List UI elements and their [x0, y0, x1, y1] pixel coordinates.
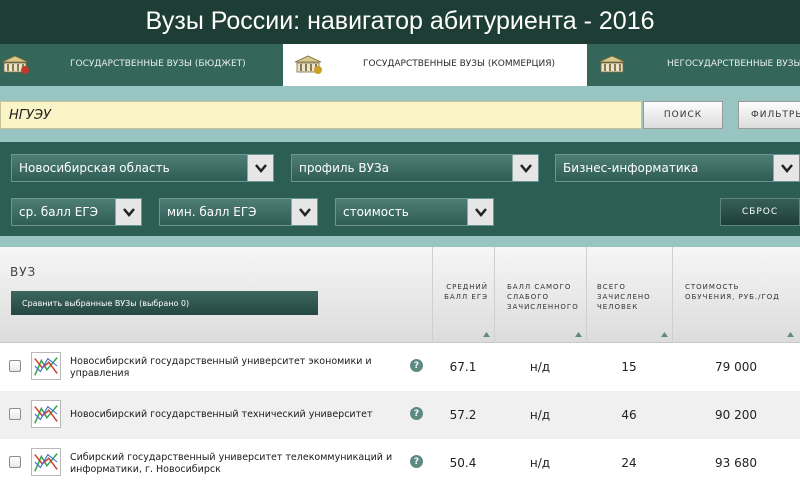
column-header-label: Стоимость обучения, руб./год [685, 283, 780, 301]
question-circle-icon[interactable]: ? [410, 407, 423, 420]
row-checkbox[interactable] [9, 456, 21, 468]
cost-value: 90 200 [715, 408, 757, 422]
cost-value: 93 680 [715, 456, 757, 470]
avg-score-select[interactable]: ср. балл ЕГЭ [11, 198, 142, 226]
question-circle-icon[interactable]: ? [410, 359, 423, 372]
column-cost[interactable]: Стоимость обучения, руб./год [672, 247, 800, 343]
table-row: Сибирский государственный университет те… [0, 439, 800, 487]
avg-score-select-value: ср. балл ЕГЭ [19, 205, 99, 219]
specialty-select-value: Бизнес-информатика [563, 161, 699, 175]
table-row: Новосибирский государственный университе… [0, 343, 800, 391]
chevron-down-icon [123, 208, 135, 217]
filters-button[interactable]: Фильтры [738, 101, 800, 129]
vuz-column-header: ВУЗ [10, 265, 37, 279]
chevron-down-icon [299, 208, 311, 217]
tab-state-commercial[interactable]: Государственные вузы (коммерция) [283, 44, 587, 86]
tab-label: Негосударственные вузы [667, 59, 800, 69]
enrolled-value: 46 [621, 408, 637, 422]
chevron-down-icon [475, 208, 487, 217]
line-chart-icon[interactable] [31, 352, 61, 380]
enrolled-value: 15 [621, 360, 637, 374]
sort-up-icon [787, 332, 794, 337]
tab-label: Государственные вузы (коммерция) [363, 59, 555, 69]
sort-up-icon [661, 332, 668, 337]
question-circle-icon[interactable]: ? [410, 455, 423, 468]
page-title: Вузы России: навигатор абитуриента - 201… [145, 7, 655, 35]
sort-up-icon [575, 332, 582, 337]
avg-score-value: 50.4 [449, 456, 477, 470]
table-header: ВУЗ Сравнить выбранные ВУЗы (выбрано 0) … [0, 247, 800, 343]
university-building-icon [1, 55, 29, 74]
column-header-label: Средний балл ЕГЭ [444, 283, 488, 301]
row-checkbox[interactable] [9, 360, 21, 372]
avg-score-value: 57.2 [449, 408, 477, 422]
tab-state-budget[interactable]: Государственные вузы (бюджет) [0, 44, 283, 86]
enrolled-value: 24 [621, 456, 637, 470]
row-checkbox[interactable] [9, 408, 21, 420]
tab-non-state[interactable]: Негосударственные вузы [587, 44, 800, 86]
min-score-value: н/д [529, 360, 551, 374]
university-building-icon [294, 55, 322, 74]
search-input[interactable] [0, 101, 642, 129]
reset-button[interactable]: Сброс [720, 198, 800, 226]
search-bar: Поиск Фильтры [0, 86, 800, 142]
avg-score-value: 67.1 [449, 360, 477, 374]
university-name[interactable]: Новосибирский государственный технически… [70, 409, 400, 421]
compare-button[interactable]: Сравнить выбранные ВУЗы (выбрано 0) [11, 291, 318, 315]
profile-select-value: профиль ВУЗа [299, 161, 390, 175]
region-select[interactable]: Новосибирская область [11, 154, 274, 182]
table-divider [0, 236, 800, 247]
min-score-value: н/д [529, 456, 551, 470]
line-chart-icon[interactable] [31, 448, 61, 476]
min-score-select[interactable]: мин. балл ЕГЭ [159, 198, 318, 226]
region-select-value: Новосибирская область [19, 161, 170, 175]
cost-value: 79 000 [715, 360, 757, 374]
chevron-down-icon [255, 164, 267, 173]
tab-bar: Государственные вузы (бюджет) Государств… [0, 44, 800, 86]
cost-select-value: стоимость [343, 205, 409, 219]
sort-up-icon [483, 332, 490, 337]
profile-select[interactable]: профиль ВУЗа [291, 154, 539, 182]
min-score-value: н/д [529, 408, 551, 422]
line-chart-icon[interactable] [31, 400, 61, 428]
university-name[interactable]: Новосибирский государственный университе… [70, 356, 400, 380]
filters-panel: Новосибирская область профиль ВУЗа Бизне… [0, 142, 800, 236]
column-header-label: Балл самого слабого зачисленного [507, 283, 579, 311]
column-avg-score[interactable]: Средний балл ЕГЭ [432, 247, 494, 343]
tab-label: Государственные вузы (бюджет) [70, 59, 246, 69]
cost-select[interactable]: стоимость [335, 198, 494, 226]
table-row: Новосибирский государственный технически… [0, 391, 800, 439]
column-enrolled[interactable]: Всего зачислено человек [586, 247, 672, 343]
app-banner: Вузы России: навигатор абитуриента - 201… [0, 0, 800, 44]
column-min-score[interactable]: Балл самого слабого зачисленного [494, 247, 586, 343]
chevron-down-icon [781, 164, 793, 173]
column-header-label: Всего зачислено человек [597, 283, 651, 311]
search-button[interactable]: Поиск [643, 101, 723, 129]
specialty-select[interactable]: Бизнес-информатика [555, 154, 800, 182]
chevron-down-icon [520, 164, 532, 173]
university-building-icon [598, 55, 626, 73]
min-score-select-value: мин. балл ЕГЭ [167, 205, 257, 219]
university-name[interactable]: Сибирский государственный университет те… [70, 452, 400, 476]
